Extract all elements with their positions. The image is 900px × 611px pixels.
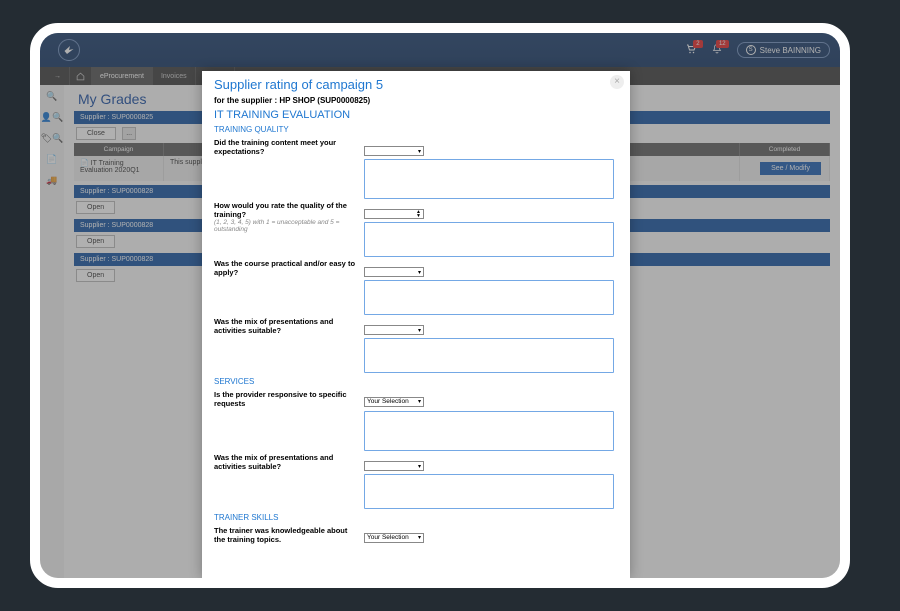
q4-select[interactable]: ▾	[364, 325, 424, 335]
q3-textarea[interactable]	[364, 280, 614, 315]
q6-textarea[interactable]	[364, 474, 614, 509]
q2-label: How would you rate the quality of the tr…	[214, 201, 347, 219]
q5-select-value: Your Selection	[367, 398, 409, 405]
q7-label: The trainer was knowledgeable about the …	[214, 526, 347, 544]
question-row: The trainer was knowledgeable about the …	[214, 526, 618, 544]
question-row: How would you rate the quality of the tr…	[214, 201, 618, 257]
question-row: Was the mix of presentations and activit…	[214, 317, 618, 373]
close-icon[interactable]: ×	[610, 75, 624, 89]
spinner-icon: ▲▼	[416, 210, 421, 218]
q5-select[interactable]: Your Selection ▾	[364, 397, 424, 407]
q2-textarea[interactable]	[364, 222, 614, 257]
chevron-down-icon: ▾	[418, 327, 421, 334]
chevron-down-icon: ▾	[418, 398, 421, 405]
question-row: Was the mix of presentations and activit…	[214, 453, 618, 509]
q7-select[interactable]: Your Selection ▾	[364, 533, 424, 543]
modal-section-services: SERVICES	[214, 377, 618, 386]
q2-hint: (1, 2, 3, 4, 5) with 1 = unacceptable an…	[214, 219, 356, 233]
q6-label: Was the mix of presentations and activit…	[214, 453, 333, 471]
modal-section-quality: TRAINING QUALITY	[214, 125, 618, 134]
q4-textarea[interactable]	[364, 338, 614, 373]
tablet-frame: 2 12 S Steve BAINNING → eProcurement Inv…	[30, 23, 850, 588]
modal-section-eval: IT TRAINING EVALUATION	[214, 109, 618, 121]
modal-section-trainer: TRAINER SKILLS	[214, 513, 618, 522]
modal-title: Supplier rating of campaign 5	[214, 77, 618, 92]
chevron-down-icon: ▾	[418, 269, 421, 276]
question-row: Was the course practical and/or easy to …	[214, 259, 618, 315]
rating-modal: × Supplier rating of campaign 5 for the …	[202, 71, 630, 578]
chevron-down-icon: ▾	[418, 463, 421, 470]
chevron-down-icon: ▾	[418, 148, 421, 155]
screen: 2 12 S Steve BAINNING → eProcurement Inv…	[40, 33, 840, 578]
q3-label: Was the course practical and/or easy to …	[214, 259, 355, 277]
chevron-down-icon: ▾	[418, 534, 421, 541]
q4-label: Was the mix of presentations and activit…	[214, 317, 333, 335]
modal-subtitle: for the supplier : HP SHOP (SUP0000825)	[214, 96, 618, 105]
question-row: Did the training content meet your expec…	[214, 138, 618, 199]
q1-label: Did the training content meet your expec…	[214, 138, 336, 156]
q1-select[interactable]: ▾	[364, 146, 424, 156]
q7-select-value: Your Selection	[367, 534, 409, 541]
q5-textarea[interactable]	[364, 411, 614, 451]
question-row: Is the provider responsive to specific r…	[214, 390, 618, 451]
q6-select[interactable]: ▾	[364, 461, 424, 471]
q3-select[interactable]: ▾	[364, 267, 424, 277]
q2-number-input[interactable]: ▲▼	[364, 209, 424, 219]
q5-label: Is the provider responsive to specific r…	[214, 390, 347, 408]
q1-textarea[interactable]	[364, 159, 614, 199]
